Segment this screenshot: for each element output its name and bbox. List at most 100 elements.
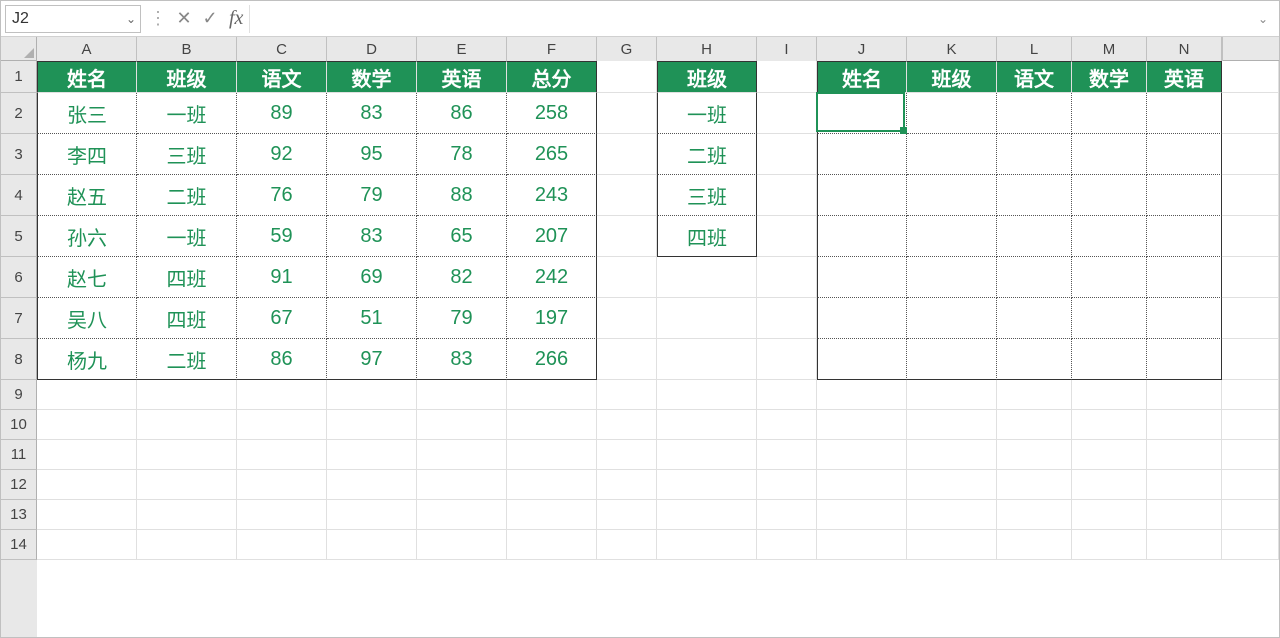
cell-M11[interactable] (1072, 440, 1147, 470)
col-header-C[interactable]: C (237, 37, 327, 61)
cell-G13[interactable] (597, 500, 657, 530)
cell-F7[interactable]: 197 (507, 298, 597, 339)
cell-D1[interactable]: 数学 (327, 61, 417, 93)
cell-K5[interactable] (907, 216, 997, 257)
cell-H4[interactable]: 三班 (657, 175, 757, 216)
cell-J8[interactable] (817, 339, 907, 380)
cell-F5[interactable]: 207 (507, 216, 597, 257)
cell-J5[interactable] (817, 216, 907, 257)
cell-D14[interactable] (327, 530, 417, 560)
cell-C6[interactable]: 91 (237, 257, 327, 298)
cell-F4[interactable]: 243 (507, 175, 597, 216)
cell-L14[interactable] (997, 530, 1072, 560)
cell-D13[interactable] (327, 500, 417, 530)
cell-L7[interactable] (997, 298, 1072, 339)
cell-A4[interactable]: 赵五 (37, 175, 137, 216)
cell-G14[interactable] (597, 530, 657, 560)
cell-B5[interactable]: 一班 (137, 216, 237, 257)
cell-J3[interactable] (817, 134, 907, 175)
row-header-13[interactable]: 13 (1, 500, 37, 530)
cell-D10[interactable] (327, 410, 417, 440)
row-header-9[interactable]: 9 (1, 380, 37, 410)
cell-K6[interactable] (907, 257, 997, 298)
cell-L3[interactable] (997, 134, 1072, 175)
cell-C12[interactable] (237, 470, 327, 500)
cell-A8[interactable]: 杨九 (37, 339, 137, 380)
cell-G4[interactable] (597, 175, 657, 216)
cell-F9[interactable] (507, 380, 597, 410)
row-header-11[interactable]: 11 (1, 440, 37, 470)
cell-B1[interactable]: 班级 (137, 61, 237, 93)
cell-K8[interactable] (907, 339, 997, 380)
cell-J9[interactable] (817, 380, 907, 410)
cell-K4[interactable] (907, 175, 997, 216)
cell-B10[interactable] (137, 410, 237, 440)
cell-A11[interactable] (37, 440, 137, 470)
cell-M9[interactable] (1072, 380, 1147, 410)
cell-M3[interactable] (1072, 134, 1147, 175)
cell-M12[interactable] (1072, 470, 1147, 500)
col-header-M[interactable]: M (1072, 37, 1147, 61)
cell-G6[interactable] (597, 257, 657, 298)
cell-I5[interactable] (757, 216, 817, 257)
cell-N10[interactable] (1147, 410, 1222, 440)
cell-N8[interactable] (1147, 339, 1222, 380)
cell-B12[interactable] (137, 470, 237, 500)
cell-A2[interactable]: 张三 (37, 93, 137, 134)
cell-C13[interactable] (237, 500, 327, 530)
col-header-J[interactable]: J (817, 37, 907, 61)
cell-G1[interactable] (597, 61, 657, 93)
row-header-7[interactable]: 7 (1, 298, 37, 339)
cell-G12[interactable] (597, 470, 657, 500)
cell-K13[interactable] (907, 500, 997, 530)
col-header-E[interactable]: E (417, 37, 507, 61)
cell-B13[interactable] (137, 500, 237, 530)
cell-M7[interactable] (1072, 298, 1147, 339)
col-header-K[interactable]: K (907, 37, 997, 61)
cell-F3[interactable]: 265 (507, 134, 597, 175)
cell-L6[interactable] (997, 257, 1072, 298)
cell-C1[interactable]: 语文 (237, 61, 327, 93)
cell-B2[interactable]: 一班 (137, 93, 237, 134)
select-all-corner[interactable] (1, 37, 37, 61)
cell-B3[interactable]: 三班 (137, 134, 237, 175)
cell-grid[interactable]: 姓名班级语文数学英语总分班级姓名班级语文数学英语张三一班898386258一班李… (37, 61, 1279, 637)
cell-E9[interactable] (417, 380, 507, 410)
cell-M2[interactable] (1072, 93, 1147, 134)
cell-L10[interactable] (997, 410, 1072, 440)
cell-C5[interactable]: 59 (237, 216, 327, 257)
col-header-B[interactable]: B (137, 37, 237, 61)
cell-E4[interactable]: 88 (417, 175, 507, 216)
cell-H9[interactable] (657, 380, 757, 410)
cell-L9[interactable] (997, 380, 1072, 410)
cell-D12[interactable] (327, 470, 417, 500)
cell-I14[interactable] (757, 530, 817, 560)
cell-A12[interactable] (37, 470, 137, 500)
cell-N6[interactable] (1147, 257, 1222, 298)
cell-H1[interactable]: 班级 (657, 61, 757, 93)
cell-C4[interactable]: 76 (237, 175, 327, 216)
cell-N12[interactable] (1147, 470, 1222, 500)
cell-M5[interactable] (1072, 216, 1147, 257)
cell-J1[interactable]: 姓名 (817, 61, 907, 93)
cell-B4[interactable]: 二班 (137, 175, 237, 216)
cell-E3[interactable]: 78 (417, 134, 507, 175)
cell-A1[interactable]: 姓名 (37, 61, 137, 93)
cell-J4[interactable] (817, 175, 907, 216)
cell-N3[interactable] (1147, 134, 1222, 175)
cell-F11[interactable] (507, 440, 597, 470)
cell-I13[interactable] (757, 500, 817, 530)
cell-B7[interactable]: 四班 (137, 298, 237, 339)
col-header-I[interactable]: I (757, 37, 817, 61)
cell-K11[interactable] (907, 440, 997, 470)
row-header-3[interactable]: 3 (1, 134, 37, 175)
col-header-D[interactable]: D (327, 37, 417, 61)
row-header-1[interactable]: 1 (1, 61, 37, 93)
cell-F6[interactable]: 242 (507, 257, 597, 298)
cell-L13[interactable] (997, 500, 1072, 530)
cell-A9[interactable] (37, 380, 137, 410)
cell-D7[interactable]: 51 (327, 298, 417, 339)
cell-F14[interactable] (507, 530, 597, 560)
cell-E12[interactable] (417, 470, 507, 500)
row-header-14[interactable]: 14 (1, 530, 37, 560)
